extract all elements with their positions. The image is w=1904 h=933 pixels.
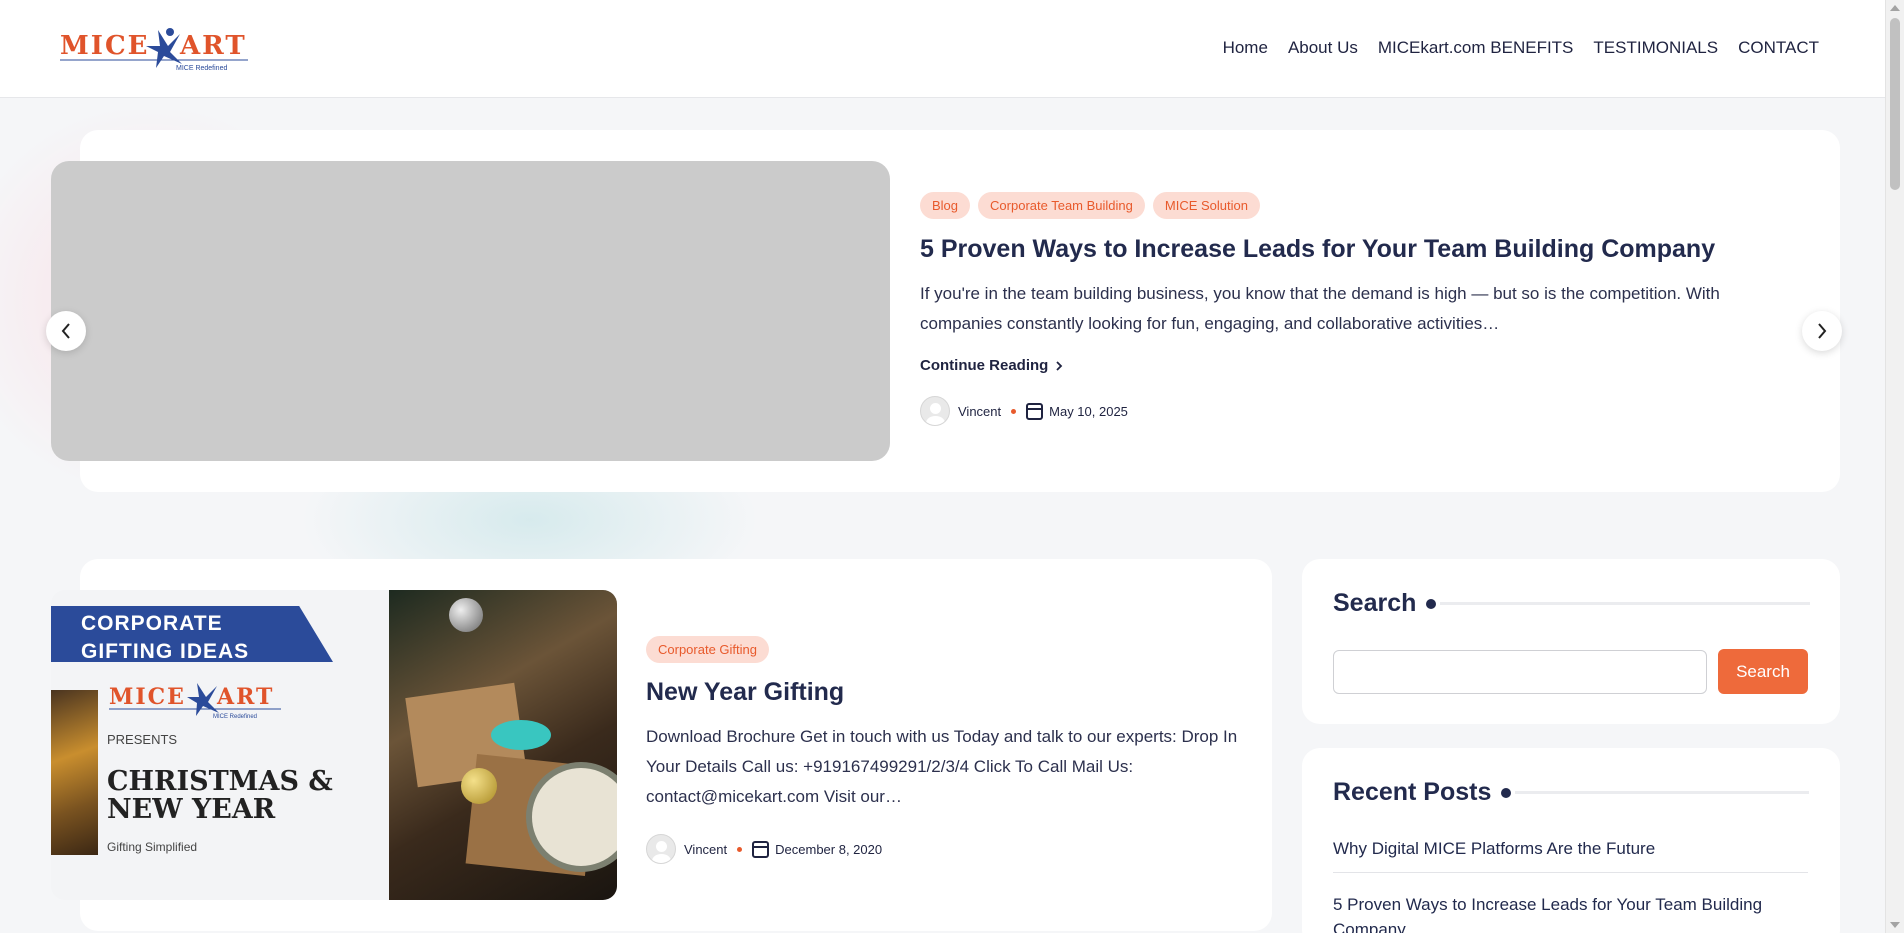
thumbnail-heading: CHRISTMAS & NEW YEAR	[107, 768, 333, 824]
meta-separator-dot	[1011, 408, 1017, 414]
tag-blog[interactable]: Blog	[920, 192, 971, 219]
search-widget-heading: Search	[1333, 589, 1417, 617]
featured-post-body: Blog Corporate Team Building MICE Soluti…	[920, 192, 1800, 427]
post-author[interactable]: Vincent	[684, 842, 727, 857]
svg-text:MICE Redefined: MICE Redefined	[176, 65, 227, 72]
recent-separator	[1333, 872, 1808, 873]
post-date[interactable]: May 10, 2025	[1049, 404, 1128, 419]
nav-contact[interactable]: CONTACT	[1738, 38, 1819, 58]
continue-reading-label: Continue Reading	[920, 357, 1049, 375]
title-bullet	[1501, 787, 1512, 798]
post-author[interactable]: Vincent	[958, 404, 1001, 419]
search-widget-title: Search	[1333, 589, 1811, 618]
recent-posts-widget: Recent Posts Why Digital MICE Platforms …	[1302, 748, 1840, 933]
search-input[interactable]	[1333, 650, 1707, 694]
svg-text:ART: ART	[216, 684, 274, 710]
calendar-icon	[1026, 402, 1044, 420]
main-nav: Home About Us MICEkart.com BENEFITS TEST…	[1223, 38, 1819, 58]
thumbnail-presents: PRESENTS	[107, 732, 178, 747]
site-header: MICE ART MICE Redefined Home About Us MI…	[0, 0, 1885, 98]
slider-next-button[interactable]	[1802, 311, 1842, 351]
svg-text:ART: ART	[179, 31, 247, 61]
nav-testimonials[interactable]: TESTIMONIALS	[1593, 38, 1718, 58]
heading-line-1: CHRISTMAS &	[107, 766, 333, 797]
tag-mice-solution[interactable]: MICE Solution	[1152, 192, 1260, 219]
gift-ribbon	[491, 720, 551, 750]
banner-line-2: GIFTING IDEAS	[81, 640, 250, 663]
thumbnail-logo: MICE ART MICE Redefined	[109, 683, 281, 720]
user-avatar-icon	[920, 396, 950, 427]
featured-tags: Blog Corporate Team Building MICE Soluti…	[920, 192, 1800, 219]
featured-post-excerpt: If you're in the team building business,…	[920, 284, 1720, 334]
chevron-left-icon	[61, 323, 70, 339]
continue-reading-link[interactable]: Continue Reading	[920, 357, 1800, 374]
recent-posts-title: Recent Posts	[1333, 778, 1810, 807]
tag-corporate-gifting[interactable]: Corporate Gifting	[646, 636, 769, 663]
banner-line-1: CORPORATE	[81, 612, 223, 635]
recent-post-link[interactable]: Why Digital MICE Platforms Are the Futur…	[1333, 836, 1808, 861]
featured-post-title[interactable]: 5 Proven Ways to Increase Leads for Your…	[920, 234, 1800, 265]
chevron-right-small-icon	[1056, 361, 1063, 371]
food-photo-strip	[51, 690, 98, 855]
scroll-down-arrow-icon[interactable]	[1890, 922, 1900, 928]
slider-prev-button[interactable]	[46, 311, 86, 351]
nav-home[interactable]: Home	[1223, 38, 1268, 58]
user-avatar-icon	[646, 834, 676, 865]
post-thumbnail[interactable]: CORPORATE GIFTING IDEAS MICE ART MICE Re…	[51, 590, 617, 900]
svg-text:MICE: MICE	[109, 684, 186, 710]
featured-image-placeholder[interactable]	[51, 161, 890, 461]
title-line	[1440, 602, 1811, 605]
recent-posts-heading: Recent Posts	[1333, 778, 1492, 806]
ornament-gold	[461, 768, 497, 804]
nav-benefits[interactable]: MICEkart.com BENEFITS	[1378, 38, 1574, 58]
title-line	[1515, 791, 1810, 794]
svg-text:MICE: MICE	[60, 31, 149, 61]
post-tags: Corporate Gifting	[646, 636, 1246, 663]
title-bullet	[1426, 598, 1437, 609]
heading-line-2: NEW YEAR	[107, 794, 276, 825]
svg-text:MICE Redefined: MICE Redefined	[213, 714, 257, 720]
recent-post-link[interactable]: 5 Proven Ways to Increase Leads for Your…	[1333, 892, 1808, 933]
ornament-silver	[449, 598, 483, 632]
featured-post-meta: Vincent May 10, 2025	[920, 396, 1800, 427]
page-scrollbar[interactable]	[1885, 0, 1904, 933]
search-widget: Search Search	[1302, 559, 1840, 724]
meta-separator-dot	[737, 846, 743, 852]
micekart-logo[interactable]: MICE ART MICE Redefined	[58, 24, 254, 74]
post-date[interactable]: December 8, 2020	[775, 842, 882, 857]
post-body: Corporate Gifting New Year Gifting Downl…	[646, 636, 1246, 865]
thumbnail-subline: Gifting Simplified	[107, 840, 198, 854]
post-title[interactable]: New Year Gifting	[646, 677, 1246, 708]
nav-about-us[interactable]: About Us	[1288, 38, 1358, 58]
calendar-icon	[752, 840, 770, 858]
search-button[interactable]: Search	[1718, 649, 1808, 694]
post-excerpt: Download Brochure Get in touch with us T…	[646, 727, 1238, 807]
scroll-up-arrow-icon[interactable]	[1890, 5, 1900, 11]
scrollbar-thumb[interactable]	[1890, 18, 1900, 190]
post-meta: Vincent December 8, 2020	[646, 834, 1246, 865]
chevron-right-icon	[1818, 323, 1827, 339]
thumbnail-banner-text: CORPORATE GIFTING IDEAS	[81, 610, 249, 666]
tag-corporate-team-building[interactable]: Corporate Team Building	[978, 192, 1145, 219]
